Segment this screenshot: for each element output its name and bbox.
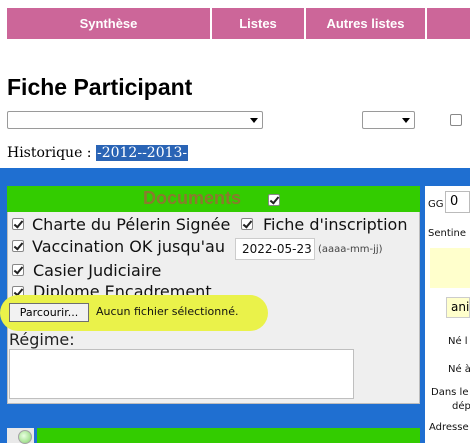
- vaccination-label: Vaccination OK jusqu'au: [32, 237, 225, 256]
- vaccination-date-input[interactable]: 2022-05-23: [235, 238, 315, 260]
- charte-checkbox[interactable]: [12, 218, 24, 230]
- historique-label: Historique :: [7, 145, 92, 161]
- vaccination-checkbox[interactable]: [12, 240, 24, 252]
- chevron-down-icon: [250, 118, 258, 123]
- nav-autres-listes-label: Autres listes: [326, 16, 405, 31]
- browse-button[interactable]: Parcourir...: [9, 303, 89, 322]
- charte-label: Charte du Pélerin Signée: [32, 215, 231, 234]
- casier-checkbox[interactable]: [12, 264, 24, 276]
- gg-value: 0: [450, 194, 459, 209]
- casier-label: Casier Judiciaire: [33, 261, 162, 280]
- nav-extra[interactable]: [427, 8, 470, 39]
- adresse-label: Adresse: [429, 422, 469, 433]
- historique: Historique : -2012--2013-: [7, 145, 189, 161]
- documents-header: Documents: [7, 186, 420, 212]
- historique-year-link[interactable]: -2012--2013-: [95, 145, 189, 161]
- nav-autres-listes[interactable]: Autres listes: [306, 8, 425, 39]
- ani-label: ani: [451, 300, 470, 314]
- fiche-inscription-label: Fiche d'inscription: [263, 215, 408, 234]
- top-right-checkbox[interactable]: [450, 114, 462, 126]
- nav-listes[interactable]: Listes: [212, 8, 304, 39]
- ne-le-label: Né l: [448, 336, 468, 347]
- page-title: Fiche Participant: [7, 74, 193, 100]
- secondary-select[interactable]: [362, 111, 415, 129]
- participant-select[interactable]: [7, 111, 263, 129]
- no-file-label: Aucun fichier sélectionné.: [96, 305, 239, 318]
- status-ball-icon: [18, 430, 32, 444]
- documents-header-checkbox[interactable]: [268, 194, 280, 206]
- yellow-field: [430, 248, 470, 288]
- nav-synthese[interactable]: Synthèse: [7, 8, 210, 39]
- fiche-inscription-checkbox[interactable]: [241, 218, 253, 230]
- dep-label: dép: [452, 401, 470, 412]
- ne-a-label: Né à: [448, 364, 470, 375]
- regime-textarea[interactable]: [9, 349, 354, 399]
- dans-le-label: Dans le: [431, 387, 469, 398]
- documents-title: Documents: [143, 188, 242, 208]
- gg-input[interactable]: 0: [445, 191, 470, 213]
- ani-box[interactable]: ani: [446, 297, 470, 318]
- right-column: GG 0 Sentine ani Né l Né à Dans le dép A…: [425, 186, 470, 443]
- bottom-section-header: [37, 428, 420, 443]
- sentinel-label: Sentine: [428, 228, 467, 239]
- nav-listes-label: Listes: [239, 16, 277, 31]
- gg-label: GG: [428, 199, 444, 210]
- chevron-down-icon: [402, 118, 410, 123]
- regime-label: Régime:: [9, 330, 75, 349]
- nav-synthese-label: Synthèse: [79, 16, 138, 31]
- date-format-hint: (aaaa-mm-jj): [318, 244, 383, 255]
